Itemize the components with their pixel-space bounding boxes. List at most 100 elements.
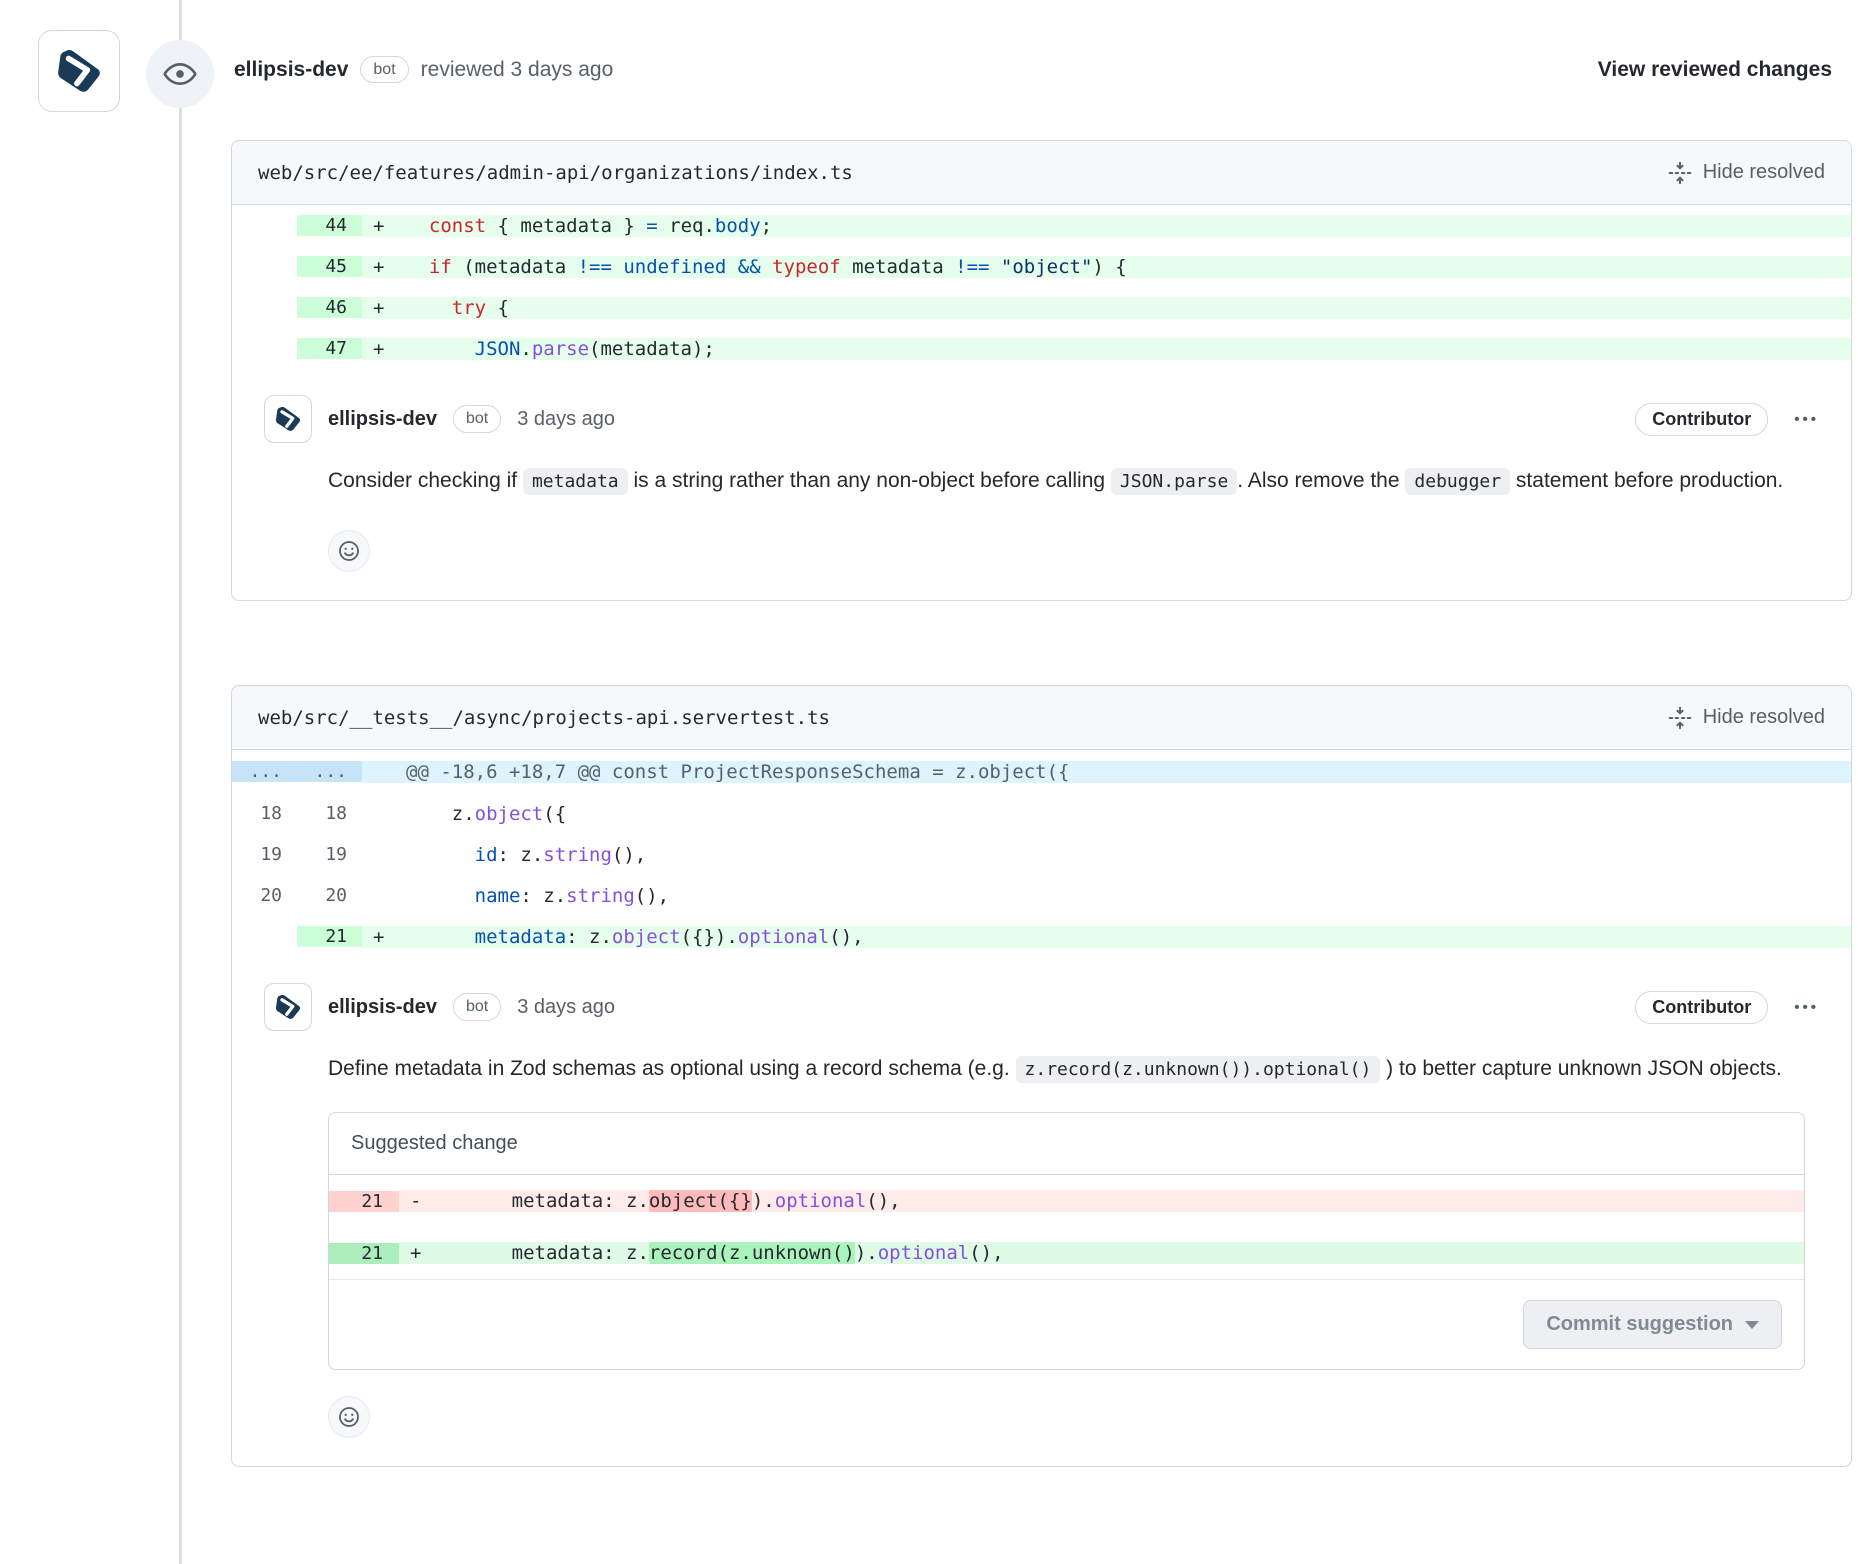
comment-header: ellipsis-dev bot 3 days ago Contributor …: [264, 395, 1819, 443]
code-token: "object": [1001, 256, 1093, 278]
comment-body: Define metadata in Zod schemas as option…: [328, 1047, 1819, 1092]
code-token: (),: [829, 926, 863, 948]
code-token: ) {: [1092, 256, 1126, 278]
new-line-number: 20: [297, 885, 362, 906]
inline-code: z.record(z.unknown()).optional(): [1016, 1056, 1381, 1083]
code-token: ).: [855, 1242, 878, 1264]
diff-line-20: 20 20 name: z.string(),: [232, 875, 1851, 916]
view-reviewed-changes-link[interactable]: View reviewed changes: [1598, 58, 1832, 82]
diff-sign: +: [362, 338, 406, 360]
old-line-number: 19: [232, 844, 297, 865]
code-token: ;: [761, 215, 772, 237]
new-line-number: 18: [297, 803, 362, 824]
commit-suggestion-label: Commit suggestion: [1546, 1313, 1733, 1336]
hide-resolved-button-1[interactable]: Hide resolved: [1667, 160, 1825, 186]
review-comment-2: ellipsis-dev bot 3 days ago Contributor …: [232, 957, 1851, 1466]
diff-line-44: 44 + const { metadata } = req.body;: [232, 205, 1851, 246]
commit-suggestion-button[interactable]: Commit suggestion: [1523, 1300, 1782, 1349]
comment-author-link[interactable]: ellipsis-dev: [328, 408, 437, 431]
comment-timestamp[interactable]: 3 days ago: [517, 996, 615, 1019]
suggestion-added-line: 21 + metadata: z.record(z.unknown()).opt…: [329, 1227, 1804, 1279]
review-comment-1: ellipsis-dev bot 3 days ago Contributor …: [232, 369, 1851, 600]
new-line-number: 45: [297, 256, 362, 277]
suggestion-deleted-line: 21 - metadata: z.object({}).optional(),: [329, 1175, 1804, 1227]
file-path-link-2[interactable]: web/src/__tests__/async/projects-api.ser…: [258, 707, 830, 729]
diff-line-46: 46 + try {: [232, 287, 1851, 328]
code-token: (metadata);: [589, 338, 715, 360]
file-header-1: web/src/ee/features/admin-api/organizati…: [232, 141, 1851, 205]
code-line: metadata: z.object({}).optional(),: [443, 1190, 1804, 1212]
file-path-link-1[interactable]: web/src/ee/features/admin-api/organizati…: [258, 162, 853, 184]
code-token: body: [715, 215, 761, 237]
code-token: .: [520, 338, 531, 360]
new-line-number: 47: [297, 338, 362, 359]
add-reaction-button[interactable]: [328, 1396, 370, 1438]
new-line-number: 21: [297, 926, 362, 947]
hide-resolved-button-2[interactable]: Hide resolved: [1667, 705, 1825, 731]
code-token: optional: [738, 926, 830, 948]
code-token: (),: [969, 1242, 1003, 1264]
code-token: ).: [752, 1190, 775, 1212]
code-token: const: [406, 215, 486, 237]
hide-resolved-label: Hide resolved: [1703, 161, 1825, 184]
inline-code: metadata: [523, 468, 628, 495]
code-line: id: z.string(),: [406, 844, 1851, 866]
code-token: !==: [955, 256, 1001, 278]
code-line: JSON.parse(metadata);: [406, 338, 1851, 360]
comment-text: ) to better capture unknown JSON objects…: [1380, 1057, 1782, 1080]
line-number: 21: [329, 1191, 399, 1212]
code-line: if (metadata !== undefined && typeof met…: [406, 256, 1851, 278]
code-token: req.: [658, 215, 715, 237]
add-reaction-button[interactable]: [328, 530, 370, 572]
comment-menu-button[interactable]: •••: [1794, 411, 1819, 428]
code-line: metadata: z.object({}).optional(),: [406, 926, 1851, 948]
code-token: z.: [406, 803, 475, 825]
reviewer-avatar[interactable]: [38, 30, 120, 112]
diff-sign: +: [362, 215, 406, 237]
code-token: optional: [775, 1190, 867, 1212]
chevron-down-icon: [1745, 1321, 1759, 1329]
comment-menu-button[interactable]: •••: [1794, 999, 1819, 1016]
diff-line-47: 47 + JSON.parse(metadata);: [232, 328, 1851, 369]
code-token-removed: object({}: [649, 1190, 752, 1212]
comment-text: Define metadata in Zod schemas as option…: [328, 1057, 1016, 1080]
diff-block-2: ... ... @@ -18,6 +18,7 @@ const ProjectR…: [232, 750, 1851, 957]
comment-text: is a string rather than any non-object b…: [628, 469, 1111, 492]
code-token: !== undefined: [578, 256, 738, 278]
comment-body: Consider checking if metadata is a strin…: [328, 459, 1819, 504]
fold-icon: [1667, 705, 1693, 731]
code-token-added: record(z.unknown(): [649, 1242, 855, 1264]
line-number: 21: [329, 1243, 399, 1264]
code-token: (),: [612, 844, 646, 866]
code-token: metadata: z.: [443, 1242, 649, 1264]
old-line-number: 18: [232, 803, 297, 824]
diff-sign: +: [362, 256, 406, 278]
code-token: ({}).: [681, 926, 738, 948]
diff-line-18: 18 18 z.object({: [232, 793, 1851, 834]
eye-icon: [163, 57, 197, 91]
hunk-gutter: ...: [297, 761, 362, 782]
comment-header: ellipsis-dev bot 3 days ago Contributor …: [264, 983, 1819, 1031]
comment-author-link[interactable]: ellipsis-dev: [328, 996, 437, 1019]
diff-sign: -: [399, 1190, 443, 1212]
comment-avatar[interactable]: [264, 983, 312, 1031]
code-token: =: [646, 215, 657, 237]
code-token: (metadata: [452, 256, 578, 278]
code-token: parse: [532, 338, 589, 360]
reviewer-name-link[interactable]: ellipsis-dev: [234, 58, 348, 82]
code-token: if: [406, 256, 452, 278]
code-token: {: [486, 297, 509, 319]
suggestion-footer: Commit suggestion: [329, 1279, 1804, 1369]
hunk-header: ... ... @@ -18,6 +18,7 @@ const ProjectR…: [232, 750, 1851, 793]
code-token: string: [543, 844, 612, 866]
comment-avatar[interactable]: [264, 395, 312, 443]
file-header-2: web/src/__tests__/async/projects-api.ser…: [232, 686, 1851, 750]
smiley-icon: [337, 1405, 361, 1429]
comment-timestamp[interactable]: 3 days ago: [517, 408, 615, 431]
ellipsis-logo-icon: [273, 992, 303, 1022]
code-token: string: [566, 885, 635, 907]
hunk-gutter: ...: [232, 761, 297, 782]
comment-text: . Also remove the: [1237, 469, 1405, 492]
new-line-number: 44: [297, 215, 362, 236]
diff-line-19: 19 19 id: z.string(),: [232, 834, 1851, 875]
